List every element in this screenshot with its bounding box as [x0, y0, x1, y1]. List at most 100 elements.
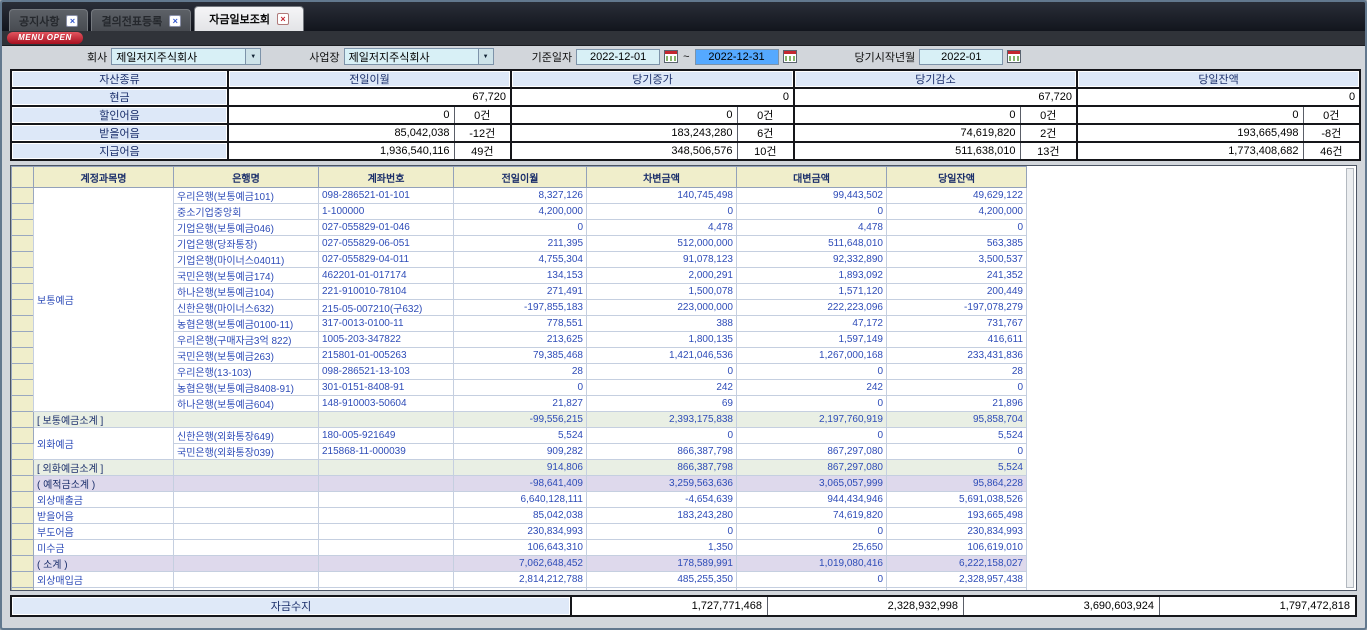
bank-name [174, 476, 319, 492]
search-form: 회사 제일저지주식회사 ▼ 사업장 제일저지주식회사 ▼ 기준일자 2022-1… [2, 46, 1365, 67]
date-to-input[interactable]: 2022-12-31 [695, 49, 779, 65]
grid-header-row: 계정과목명은행명계좌번호전일이월차변금액대변금액당일잔액 [12, 167, 1027, 188]
bank-name [174, 460, 319, 476]
calendar-icon[interactable] [1007, 50, 1021, 63]
row-indicator[interactable] [12, 444, 34, 460]
row-indicator[interactable] [12, 412, 34, 428]
account-number: 215868-11-000039 [319, 444, 454, 460]
chevron-down-icon[interactable]: ▼ [245, 49, 260, 64]
bank-name [174, 508, 319, 524]
tab-voucher-entry[interactable]: 결의전표등록 × [91, 9, 191, 31]
account-name: ( 예적금소계 ) [34, 476, 174, 492]
bank-name: 우리은행(구매자금3억 822) [174, 332, 319, 348]
row-indicator[interactable] [12, 556, 34, 572]
summary-row: 할인어음00건00건00건00건 [11, 106, 1360, 124]
row-indicator[interactable] [12, 476, 34, 492]
account-name: 외상매출금 [34, 492, 174, 508]
account-number: 148-910003-50604 [319, 396, 454, 412]
grid-row[interactable]: [ 외화예금소계 ]914,806866,387,798867,297,0805… [12, 460, 1027, 476]
bank-name: 국민은행(보통예금174) [174, 268, 319, 284]
amount-cell: 866,387,798 [587, 460, 737, 476]
vertical-scrollbar[interactable] [1346, 168, 1354, 588]
amount-cell: 0 [587, 428, 737, 444]
grid-row[interactable]: 외상매입금2,814,212,788485,255,35002,328,957,… [12, 572, 1027, 588]
grid-row[interactable]: 보통예금우리은행(보통예금101)098-286521-01-1018,327,… [12, 188, 1027, 204]
menu-open-button[interactable]: MENU OPEN [7, 32, 83, 44]
amount-cell: 69 [587, 396, 737, 412]
amount-cell: 25,650 [737, 540, 887, 556]
row-indicator[interactable] [12, 460, 34, 476]
amount-cell: 8,327,126 [454, 188, 587, 204]
tab-close-icon[interactable]: × [169, 15, 181, 27]
period-start-input[interactable]: 2022-01 [919, 49, 1003, 65]
grid-row[interactable]: 외상매출금6,640,128,111-4,654,639944,434,9465… [12, 492, 1027, 508]
amount-cell: 388 [587, 316, 737, 332]
row-indicator[interactable] [12, 236, 34, 252]
summary-count: 49건 [454, 142, 511, 160]
row-indicator[interactable] [12, 540, 34, 556]
row-indicator[interactable] [12, 316, 34, 332]
workplace-select[interactable]: 제일저지주식회사 ▼ [344, 48, 494, 65]
row-indicator[interactable] [12, 188, 34, 204]
detail-grid-area: 계정과목명은행명계좌번호전일이월차변금액대변금액당일잔액보통예금우리은행(보통예… [10, 165, 1357, 591]
row-indicator[interactable] [12, 332, 34, 348]
date-from-input[interactable]: 2022-12-01 [576, 49, 660, 65]
row-indicator[interactable] [12, 588, 34, 592]
amount-cell: 85,042,038 [454, 508, 587, 524]
workplace-value: 제일저지주식회사 [349, 49, 430, 65]
grid-row[interactable]: 부도어음230,834,99300230,834,993 [12, 524, 1027, 540]
company-select[interactable]: 제일저지주식회사 ▼ [111, 48, 261, 65]
row-indicator[interactable] [12, 268, 34, 284]
row-indicator[interactable] [12, 284, 34, 300]
summary-row-label: 받을어음 [11, 124, 228, 142]
row-indicator[interactable] [12, 252, 34, 268]
grid-row[interactable]: 받을어음85,042,038183,243,28074,619,820193,6… [12, 508, 1027, 524]
bank-name [174, 540, 319, 556]
chevron-down-icon[interactable]: ▼ [478, 49, 493, 64]
amount-cell: 241,352 [887, 268, 1027, 284]
account-number [319, 508, 454, 524]
row-indicator[interactable] [12, 492, 34, 508]
amount-cell: 28 [887, 364, 1027, 380]
amount-cell: 7,062,648,452 [454, 556, 587, 572]
row-indicator[interactable] [12, 396, 34, 412]
account-number: 301-0151-8408-91 [319, 380, 454, 396]
summary-value: 0 [511, 106, 737, 124]
grid-row[interactable]: [ 보통예금소계 ]-99,556,2152,393,175,8382,197,… [12, 412, 1027, 428]
grid-row[interactable]: ( 예적금소계 )-98,641,4093,259,563,6363,065,0… [12, 476, 1027, 492]
row-indicator[interactable] [12, 220, 34, 236]
account-name: 받을어음 [34, 508, 174, 524]
grid-row[interactable]: 외화예금신한은행(외화통장649)180-005-9216495,524005,… [12, 428, 1027, 444]
grid-row[interactable]: 지급어음1,936,540,116511,638,010348,506,5761… [12, 588, 1027, 592]
fund-balance-value: 1,797,472,818 [1159, 597, 1355, 615]
summary-column-header: 자산종류 [11, 70, 228, 88]
summary-count: 6건 [737, 124, 794, 142]
calendar-icon[interactable] [664, 50, 678, 63]
summary-value: 193,665,498 [1077, 124, 1303, 142]
amount-cell: -197,855,183 [454, 300, 587, 316]
row-indicator[interactable] [12, 524, 34, 540]
account-number [319, 476, 454, 492]
row-indicator[interactable] [12, 348, 34, 364]
amount-cell: 5,524 [887, 460, 1027, 476]
row-indicator[interactable] [12, 300, 34, 316]
grid-row[interactable]: 미수금106,643,3101,35025,650106,619,010 [12, 540, 1027, 556]
row-indicator[interactable] [12, 428, 34, 444]
tab-fund-daily-report[interactable]: 자금일보조회 × [194, 6, 304, 31]
tab-close-icon[interactable]: × [66, 15, 78, 27]
tab-close-icon[interactable]: × [277, 13, 289, 25]
row-indicator[interactable] [12, 204, 34, 220]
fund-balance-value: 3,690,603,924 [963, 597, 1159, 615]
bank-name: 우리은행(보통예금101) [174, 188, 319, 204]
summary-value: 0 [794, 106, 1020, 124]
summary-count: 0건 [454, 106, 511, 124]
row-indicator[interactable] [12, 380, 34, 396]
calendar-icon[interactable] [783, 50, 797, 63]
row-indicator[interactable] [12, 572, 34, 588]
bank-name: 국민은행(보통예금263) [174, 348, 319, 364]
tab-notice[interactable]: 공지사항 × [9, 9, 88, 31]
amount-cell: 0 [887, 380, 1027, 396]
row-indicator[interactable] [12, 508, 34, 524]
row-indicator[interactable] [12, 364, 34, 380]
grid-row[interactable]: ( 소계 )7,062,648,452178,589,9911,019,080,… [12, 556, 1027, 572]
